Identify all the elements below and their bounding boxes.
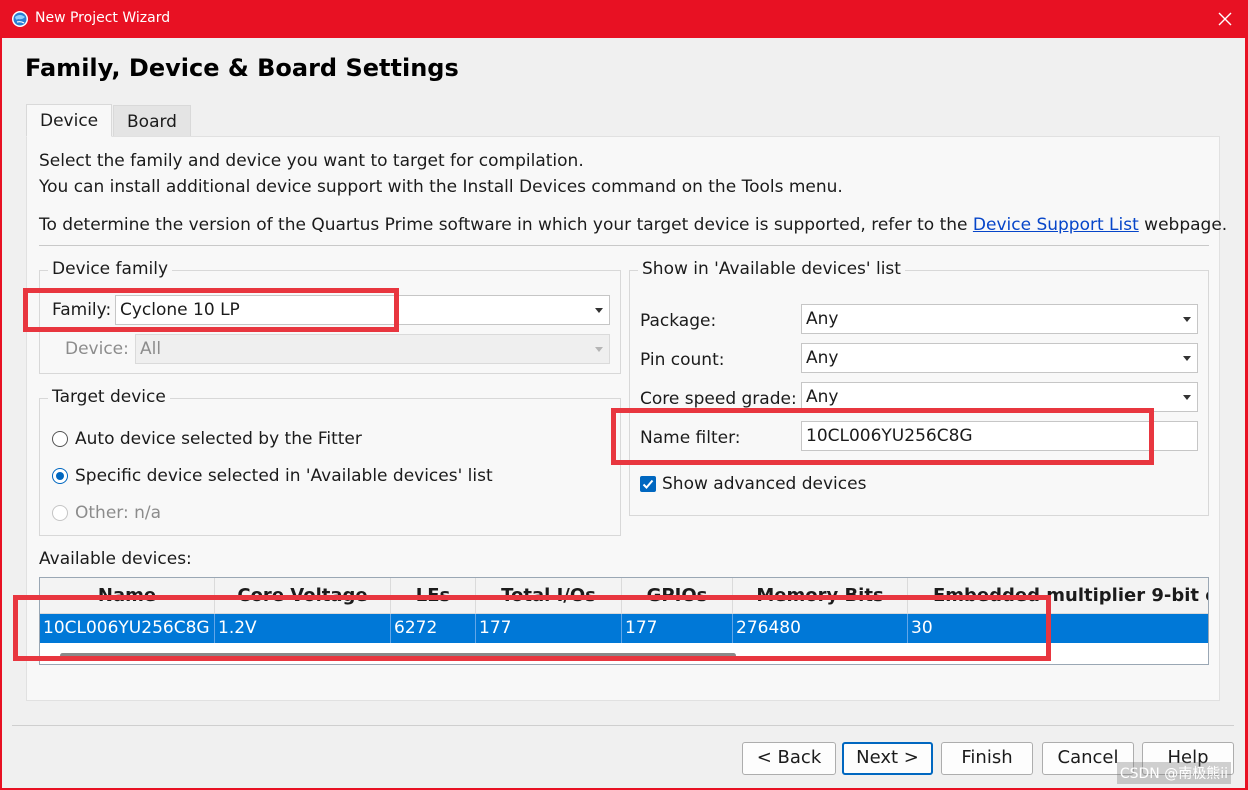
cell-embedded-multiplier: 30 (911, 618, 933, 638)
core-speed-grade-label: Core speed grade: (640, 389, 797, 409)
device-support-list-link[interactable]: Device Support List (973, 215, 1139, 235)
table-header: Name Core Voltage LEs Total I/Os GPIOs M… (40, 578, 1208, 614)
back-button[interactable]: < Back (742, 742, 836, 775)
package-combo[interactable]: Any (801, 304, 1198, 334)
scrollbar-thumb[interactable] (60, 653, 736, 658)
tab-board[interactable]: Board (113, 105, 191, 137)
pin-count-combo-value: Any (806, 348, 839, 368)
quartus-globe-icon (12, 11, 28, 27)
target-device-group-label: Target device (48, 387, 170, 407)
new-project-wizard-window: New Project Wizard Family, Device & Boar… (0, 0, 1248, 790)
intro-separator (39, 245, 1209, 246)
core-speed-grade-combo[interactable]: Any (801, 382, 1198, 412)
cell-gpios: 177 (622, 614, 733, 643)
cell-core-voltage: 1.2V (215, 614, 391, 643)
horizontal-scrollbar[interactable] (40, 650, 1208, 664)
next-button[interactable]: Next > (842, 742, 933, 775)
available-devices-filter-group: Show in 'Available devices' list Package… (629, 259, 1209, 516)
show-advanced-devices-checkbox[interactable] (640, 476, 656, 492)
intro-line-3: To determine the version of the Quartus … (39, 215, 1227, 235)
cell-les: 6272 (391, 614, 476, 643)
available-devices-label: Available devices: (39, 549, 192, 569)
checkmark-icon (642, 479, 654, 489)
window-title: New Project Wizard (35, 10, 171, 26)
intro-line-2: You can install additional device suppor… (39, 177, 843, 197)
device-tab-panel: Select the family and device you want to… (26, 136, 1227, 701)
family-combo-value: Cyclone 10 LP (120, 300, 240, 320)
device-label: Device: (65, 339, 129, 359)
auto-device-radio[interactable] (52, 431, 68, 447)
close-button[interactable] (1202, 0, 1248, 38)
page-title: Family, Device & Board Settings (25, 54, 459, 82)
intro-line-3-suffix: webpage. (1138, 215, 1228, 235)
intro-line-3-prefix: To determine the version of the Quartus … (39, 215, 973, 235)
specific-device-radio[interactable] (52, 468, 68, 484)
family-label: Family: (52, 300, 112, 320)
show-advanced-devices-label: Show advanced devices (662, 474, 867, 494)
cell-memory-bits: 276480 (733, 614, 908, 643)
column-header-les[interactable]: LEs (391, 578, 475, 614)
auto-device-label: Auto device selected by the Fitter (75, 429, 362, 449)
tab-device[interactable]: Device (26, 104, 113, 137)
package-label: Package: (640, 311, 717, 331)
column-header-memory-bits[interactable]: Memory Bits (733, 578, 907, 614)
family-combo[interactable]: Cyclone 10 LP (115, 295, 610, 325)
device-family-group-label: Device family (48, 259, 173, 279)
column-header-core-voltage[interactable]: Core Voltage (215, 578, 390, 614)
column-header-name[interactable]: Name (40, 578, 214, 614)
filter-group-label: Show in 'Available devices' list (638, 259, 905, 279)
name-filter-input[interactable]: 10CL006YU256C8G (801, 421, 1198, 451)
chevron-down-icon (1183, 317, 1191, 322)
close-icon (1218, 12, 1232, 26)
title-bar: New Project Wizard (0, 0, 1248, 38)
button-bar-separator (12, 725, 1234, 726)
available-devices-table: Name Core Voltage LEs Total I/Os GPIOs M… (39, 577, 1209, 665)
wizard-client-area: Family, Device & Board Settings Device B… (2, 38, 1245, 788)
intro-line-1: Select the family and device you want to… (39, 151, 584, 171)
cell-name: 10CL006YU256C8G (40, 614, 215, 643)
column-header-embedded-multiplier[interactable]: Embedded multiplier 9-bit ele (908, 578, 1208, 614)
package-combo-value: Any (806, 309, 839, 329)
device-combo[interactable]: All (135, 334, 610, 364)
pin-count-combo[interactable]: Any (801, 343, 1198, 373)
core-speed-grade-combo-value: Any (806, 387, 839, 407)
chevron-down-icon (1183, 395, 1191, 400)
name-filter-value: 10CL006YU256C8G (806, 426, 973, 446)
table-row[interactable]: 10CL006YU256C8G 1.2V 6272 177 177 276480… (40, 614, 1208, 643)
chevron-down-icon (1183, 356, 1191, 361)
other-device-label: Other: n/a (75, 503, 162, 523)
other-device-radio[interactable] (52, 505, 68, 521)
target-device-group: Target device Auto device selected by th… (39, 387, 621, 536)
column-header-total-ios[interactable]: Total I/Os (476, 578, 621, 614)
cell-total-ios: 177 (476, 614, 622, 643)
column-header-gpios[interactable]: GPIOs (622, 578, 732, 614)
chevron-down-icon (595, 308, 603, 313)
pin-count-label: Pin count: (640, 350, 725, 370)
device-combo-value: All (140, 339, 162, 359)
name-filter-label: Name filter: (640, 428, 741, 448)
finish-button[interactable]: Finish (941, 742, 1033, 775)
specific-device-label: Specific device selected in 'Available d… (75, 466, 493, 486)
watermark: CSDN @南极熊ii (1116, 762, 1231, 784)
chevron-down-icon (595, 347, 603, 352)
device-family-group: Device family Family: Cyclone 10 LP Devi… (39, 259, 621, 374)
